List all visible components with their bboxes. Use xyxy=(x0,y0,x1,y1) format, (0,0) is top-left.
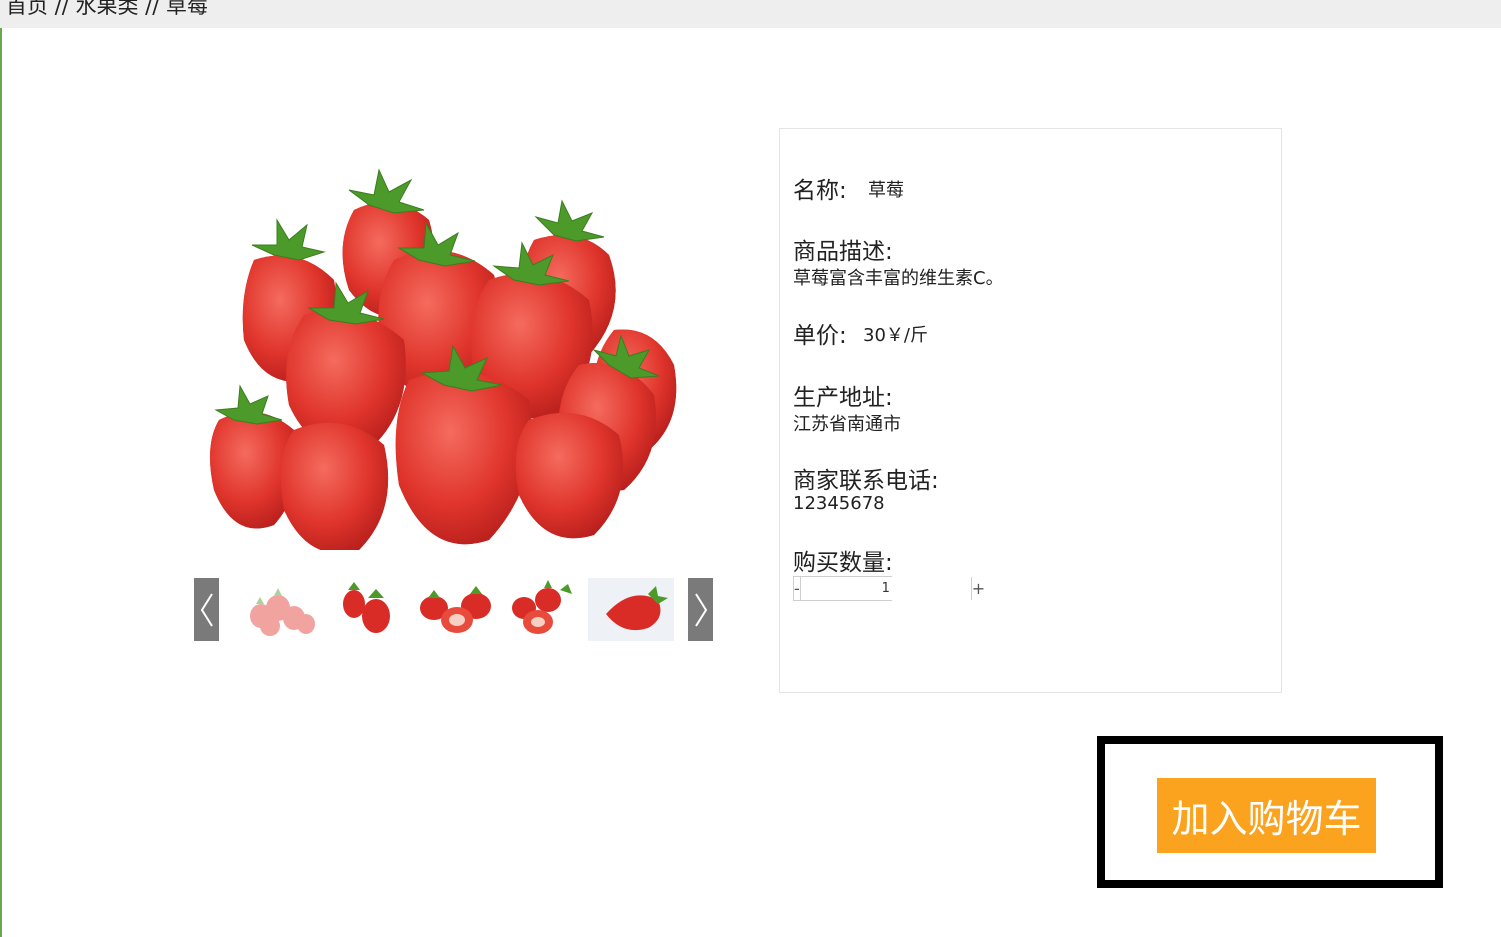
quantity-decrease-button[interactable]: - xyxy=(794,577,801,600)
thumbnail-2[interactable] xyxy=(324,578,410,641)
thumbnail-strip xyxy=(194,578,714,642)
quantity-increase-button[interactable]: + xyxy=(970,577,986,600)
previous-image-button[interactable] xyxy=(194,578,219,641)
origin-value: 江苏省南通市 xyxy=(793,414,901,435)
thumbnail-4[interactable] xyxy=(500,578,586,641)
quantity-label: 购买数量: xyxy=(793,550,893,576)
quantity-input[interactable] xyxy=(800,577,971,600)
quantity-stepper: - + xyxy=(793,576,986,601)
origin-label: 生产地址: xyxy=(793,385,893,411)
thumbnail-image xyxy=(512,580,572,634)
thumbnail-5[interactable] xyxy=(588,578,674,641)
thumbnail-image xyxy=(420,586,491,633)
add-to-cart-button[interactable]: 加入购物车 xyxy=(1157,778,1376,853)
breadcrumb: 首页 // 水果类 // 草莓 xyxy=(6,0,209,18)
breadcrumb-bar: 首页 // 水果类 // 草莓 xyxy=(0,0,1501,28)
price-value: 30￥/斤 xyxy=(863,325,928,346)
product-gallery xyxy=(194,150,714,642)
window-left-edge xyxy=(0,0,2,937)
thumbnail-3[interactable] xyxy=(412,578,498,641)
add-to-cart-highlight-frame: 加入购物车 xyxy=(1097,736,1443,888)
name-label: 名称: xyxy=(793,178,847,204)
description-label: 商品描述: xyxy=(793,239,893,265)
name-value: 草莓 xyxy=(868,180,904,201)
price-label: 单价: xyxy=(793,323,847,349)
thumbnail-image xyxy=(606,586,668,631)
thumbnail-1[interactable] xyxy=(236,578,322,641)
phone-label: 商家联系电话: xyxy=(793,468,939,494)
phone-value: 12345678 xyxy=(793,493,885,514)
description-value: 草莓富含丰富的维生素C。 xyxy=(793,268,1004,289)
thumbnail-image xyxy=(250,588,315,636)
main-product-image xyxy=(210,168,677,550)
chevron-left-icon xyxy=(200,592,213,627)
chevron-right-icon xyxy=(694,592,707,627)
product-info-panel: 名称: 草莓 商品描述: 草莓富含丰富的维生素C。 单价: 30￥/斤 生产地址… xyxy=(779,128,1282,693)
next-image-button[interactable] xyxy=(688,578,713,641)
thumbnail-image xyxy=(343,582,390,633)
